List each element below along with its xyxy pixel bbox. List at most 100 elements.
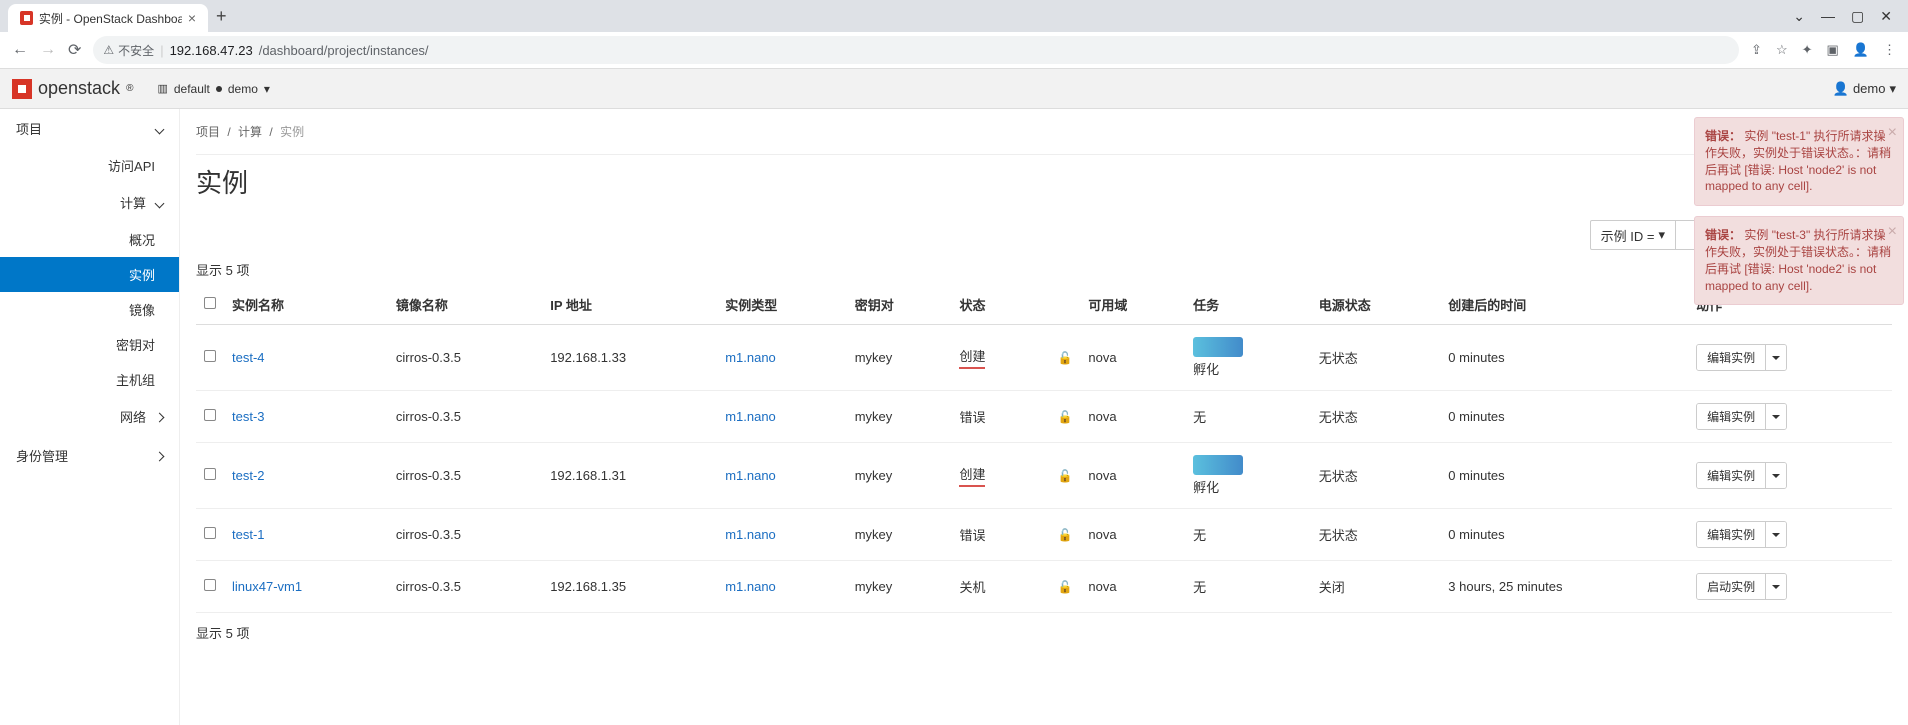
row-action-button[interactable]: 编辑实例 bbox=[1696, 462, 1787, 489]
flavor-link[interactable]: m1.nano bbox=[725, 409, 776, 424]
task-label: 孵化 bbox=[1193, 477, 1303, 496]
brand-logo[interactable]: openstack® bbox=[12, 78, 133, 99]
alert-stack: × 错误： 实例 "test-1" 执行所请求操作失败，实例处于错误状态。：请稍… bbox=[1694, 117, 1904, 305]
sidebar-item-compute[interactable]: 计算 bbox=[0, 183, 179, 222]
col-name[interactable]: 实例名称 bbox=[224, 285, 388, 325]
flavor-link[interactable]: m1.nano bbox=[725, 468, 776, 483]
row-checkbox[interactable] bbox=[204, 350, 216, 362]
cell-az: nova bbox=[1080, 325, 1185, 391]
window-minimize-icon[interactable]: — bbox=[1821, 8, 1835, 25]
instance-name-link[interactable]: test-4 bbox=[232, 350, 265, 365]
filter-row: 示例 ID = ▾ 筛选 bbox=[196, 220, 1892, 250]
col-image[interactable]: 镜像名称 bbox=[388, 285, 542, 325]
sidebar-item-network[interactable]: 网络 bbox=[0, 397, 179, 436]
profile-icon[interactable]: 👤 bbox=[1853, 42, 1869, 58]
status-badge: 关机 bbox=[959, 580, 985, 595]
action-caret-icon[interactable] bbox=[1765, 404, 1786, 429]
col-az[interactable]: 可用域 bbox=[1080, 285, 1185, 325]
action-label[interactable]: 编辑实例 bbox=[1697, 522, 1765, 547]
unlock-icon[interactable]: 🔓 bbox=[1057, 528, 1072, 542]
action-caret-icon[interactable] bbox=[1765, 574, 1786, 599]
unlock-icon[interactable]: 🔓 bbox=[1057, 580, 1072, 594]
flavor-link[interactable]: m1.nano bbox=[725, 350, 776, 365]
row-action-button[interactable]: 编辑实例 bbox=[1696, 521, 1787, 548]
nav-reload-icon[interactable]: ⟳ bbox=[68, 40, 81, 60]
share-icon[interactable]: ⇪ bbox=[1751, 42, 1762, 58]
action-label[interactable]: 编辑实例 bbox=[1697, 404, 1765, 429]
cell-keypair: mykey bbox=[847, 509, 952, 561]
flavor-link[interactable]: m1.nano bbox=[725, 579, 776, 594]
tab-close-icon[interactable]: × bbox=[188, 10, 196, 26]
sidebar-item-project[interactable]: 项目 bbox=[0, 109, 179, 148]
tab-bar: 实例 - OpenStack Dashboard × + ⌄ — ▢ ✕ bbox=[0, 0, 1908, 32]
row-action-button[interactable]: 编辑实例 bbox=[1696, 344, 1787, 371]
unlock-icon[interactable]: 🔓 bbox=[1057, 469, 1072, 483]
flavor-link[interactable]: m1.nano bbox=[725, 527, 776, 542]
user-menu[interactable]: 👤 demo ▾ bbox=[1833, 81, 1896, 97]
sidebar-item-instances[interactable]: 实例 bbox=[0, 257, 179, 292]
col-status[interactable]: 状态 bbox=[951, 285, 1031, 325]
sidebar-item-images[interactable]: 镜像 bbox=[0, 292, 179, 327]
alert-close-icon[interactable]: × bbox=[1888, 221, 1897, 243]
sidebar-item-overview[interactable]: 概况 bbox=[0, 222, 179, 257]
alert-close-icon[interactable]: × bbox=[1888, 122, 1897, 144]
extensions-icon[interactable]: ✦ bbox=[1802, 42, 1813, 58]
sidebar-label: 网络 bbox=[120, 407, 146, 426]
action-label[interactable]: 编辑实例 bbox=[1697, 463, 1765, 488]
instance-name-link[interactable]: test-2 bbox=[232, 468, 265, 483]
sidepanel-icon[interactable]: ▣ bbox=[1827, 42, 1839, 58]
breadcrumb-l2[interactable]: 计算 bbox=[238, 125, 262, 139]
col-flavor[interactable]: 实例类型 bbox=[717, 285, 847, 325]
row-checkbox[interactable] bbox=[204, 468, 216, 480]
row-checkbox[interactable] bbox=[204, 579, 216, 591]
cell-image: cirros-0.3.5 bbox=[388, 325, 542, 391]
cell-created: 0 minutes bbox=[1440, 325, 1688, 391]
row-checkbox[interactable] bbox=[204, 527, 216, 539]
sidebar-item-identity[interactable]: 身份管理 bbox=[0, 436, 179, 475]
instance-name-link[interactable]: test-3 bbox=[232, 409, 265, 424]
select-all-checkbox[interactable] bbox=[204, 297, 216, 309]
nav-forward-icon[interactable]: → bbox=[40, 41, 56, 59]
window-maximize-icon[interactable]: ▢ bbox=[1851, 8, 1864, 25]
row-checkbox[interactable] bbox=[204, 409, 216, 421]
action-caret-icon[interactable] bbox=[1765, 345, 1786, 370]
sidebar-item-keypairs[interactable]: 密钥对 bbox=[0, 327, 179, 362]
cell-power: 无状态 bbox=[1311, 391, 1441, 443]
insecure-badge[interactable]: ⚠ 不安全 bbox=[103, 42, 154, 59]
unlock-icon[interactable]: 🔓 bbox=[1057, 351, 1072, 365]
cell-ip bbox=[542, 509, 717, 561]
action-label[interactable]: 启动实例 bbox=[1697, 574, 1765, 599]
instance-name-link[interactable]: linux47-vm1 bbox=[232, 579, 302, 594]
chevron-down-icon[interactable]: ⌄ bbox=[1793, 8, 1805, 25]
window-close-icon[interactable]: ✕ bbox=[1880, 8, 1892, 25]
nav-back-icon[interactable]: ← bbox=[12, 41, 28, 59]
error-alert: × 错误： 实例 "test-1" 执行所请求操作失败，实例处于错误状态。：请稍… bbox=[1694, 117, 1904, 206]
tab-favicon-icon bbox=[20, 11, 33, 25]
browser-tab[interactable]: 实例 - OpenStack Dashboard × bbox=[8, 4, 208, 32]
filter-field-select[interactable]: 示例 ID = ▾ bbox=[1590, 220, 1676, 250]
col-created[interactable]: 创建后的时间 bbox=[1440, 285, 1688, 325]
action-caret-icon[interactable] bbox=[1765, 463, 1786, 488]
instance-name-link[interactable]: test-1 bbox=[232, 527, 265, 542]
cell-keypair: mykey bbox=[847, 443, 952, 509]
url-bar[interactable]: ⚠ 不安全 | 192.168.47.23/dashboard/project/… bbox=[93, 36, 1739, 64]
action-label[interactable]: 编辑实例 bbox=[1697, 345, 1765, 370]
sidebar-item-access-api[interactable]: 访问API bbox=[0, 148, 179, 183]
bookmark-icon[interactable]: ☆ bbox=[1776, 42, 1788, 58]
main-content: × 错误： 实例 "test-1" 执行所请求操作失败，实例处于错误状态。：请稍… bbox=[180, 109, 1908, 725]
menu-icon[interactable]: ⋮ bbox=[1883, 42, 1896, 58]
sidebar-item-hostgroups[interactable]: 主机组 bbox=[0, 362, 179, 397]
col-ip[interactable]: IP 地址 bbox=[542, 285, 717, 325]
row-action-button[interactable]: 启动实例 bbox=[1696, 573, 1787, 600]
row-action-button[interactable]: 编辑实例 bbox=[1696, 403, 1787, 430]
context-switcher[interactable]: ▥ default demo ▾ bbox=[157, 82, 270, 96]
breadcrumb-l1[interactable]: 项目 bbox=[196, 125, 220, 139]
action-caret-icon[interactable] bbox=[1765, 522, 1786, 547]
alert-label: 错误： bbox=[1705, 129, 1741, 143]
caret-down-icon: ▾ bbox=[264, 82, 270, 96]
col-power[interactable]: 电源状态 bbox=[1311, 285, 1441, 325]
col-task[interactable]: 任务 bbox=[1185, 285, 1311, 325]
new-tab-icon[interactable]: + bbox=[216, 6, 227, 27]
col-keypair[interactable]: 密钥对 bbox=[847, 285, 952, 325]
unlock-icon[interactable]: 🔓 bbox=[1057, 410, 1072, 424]
